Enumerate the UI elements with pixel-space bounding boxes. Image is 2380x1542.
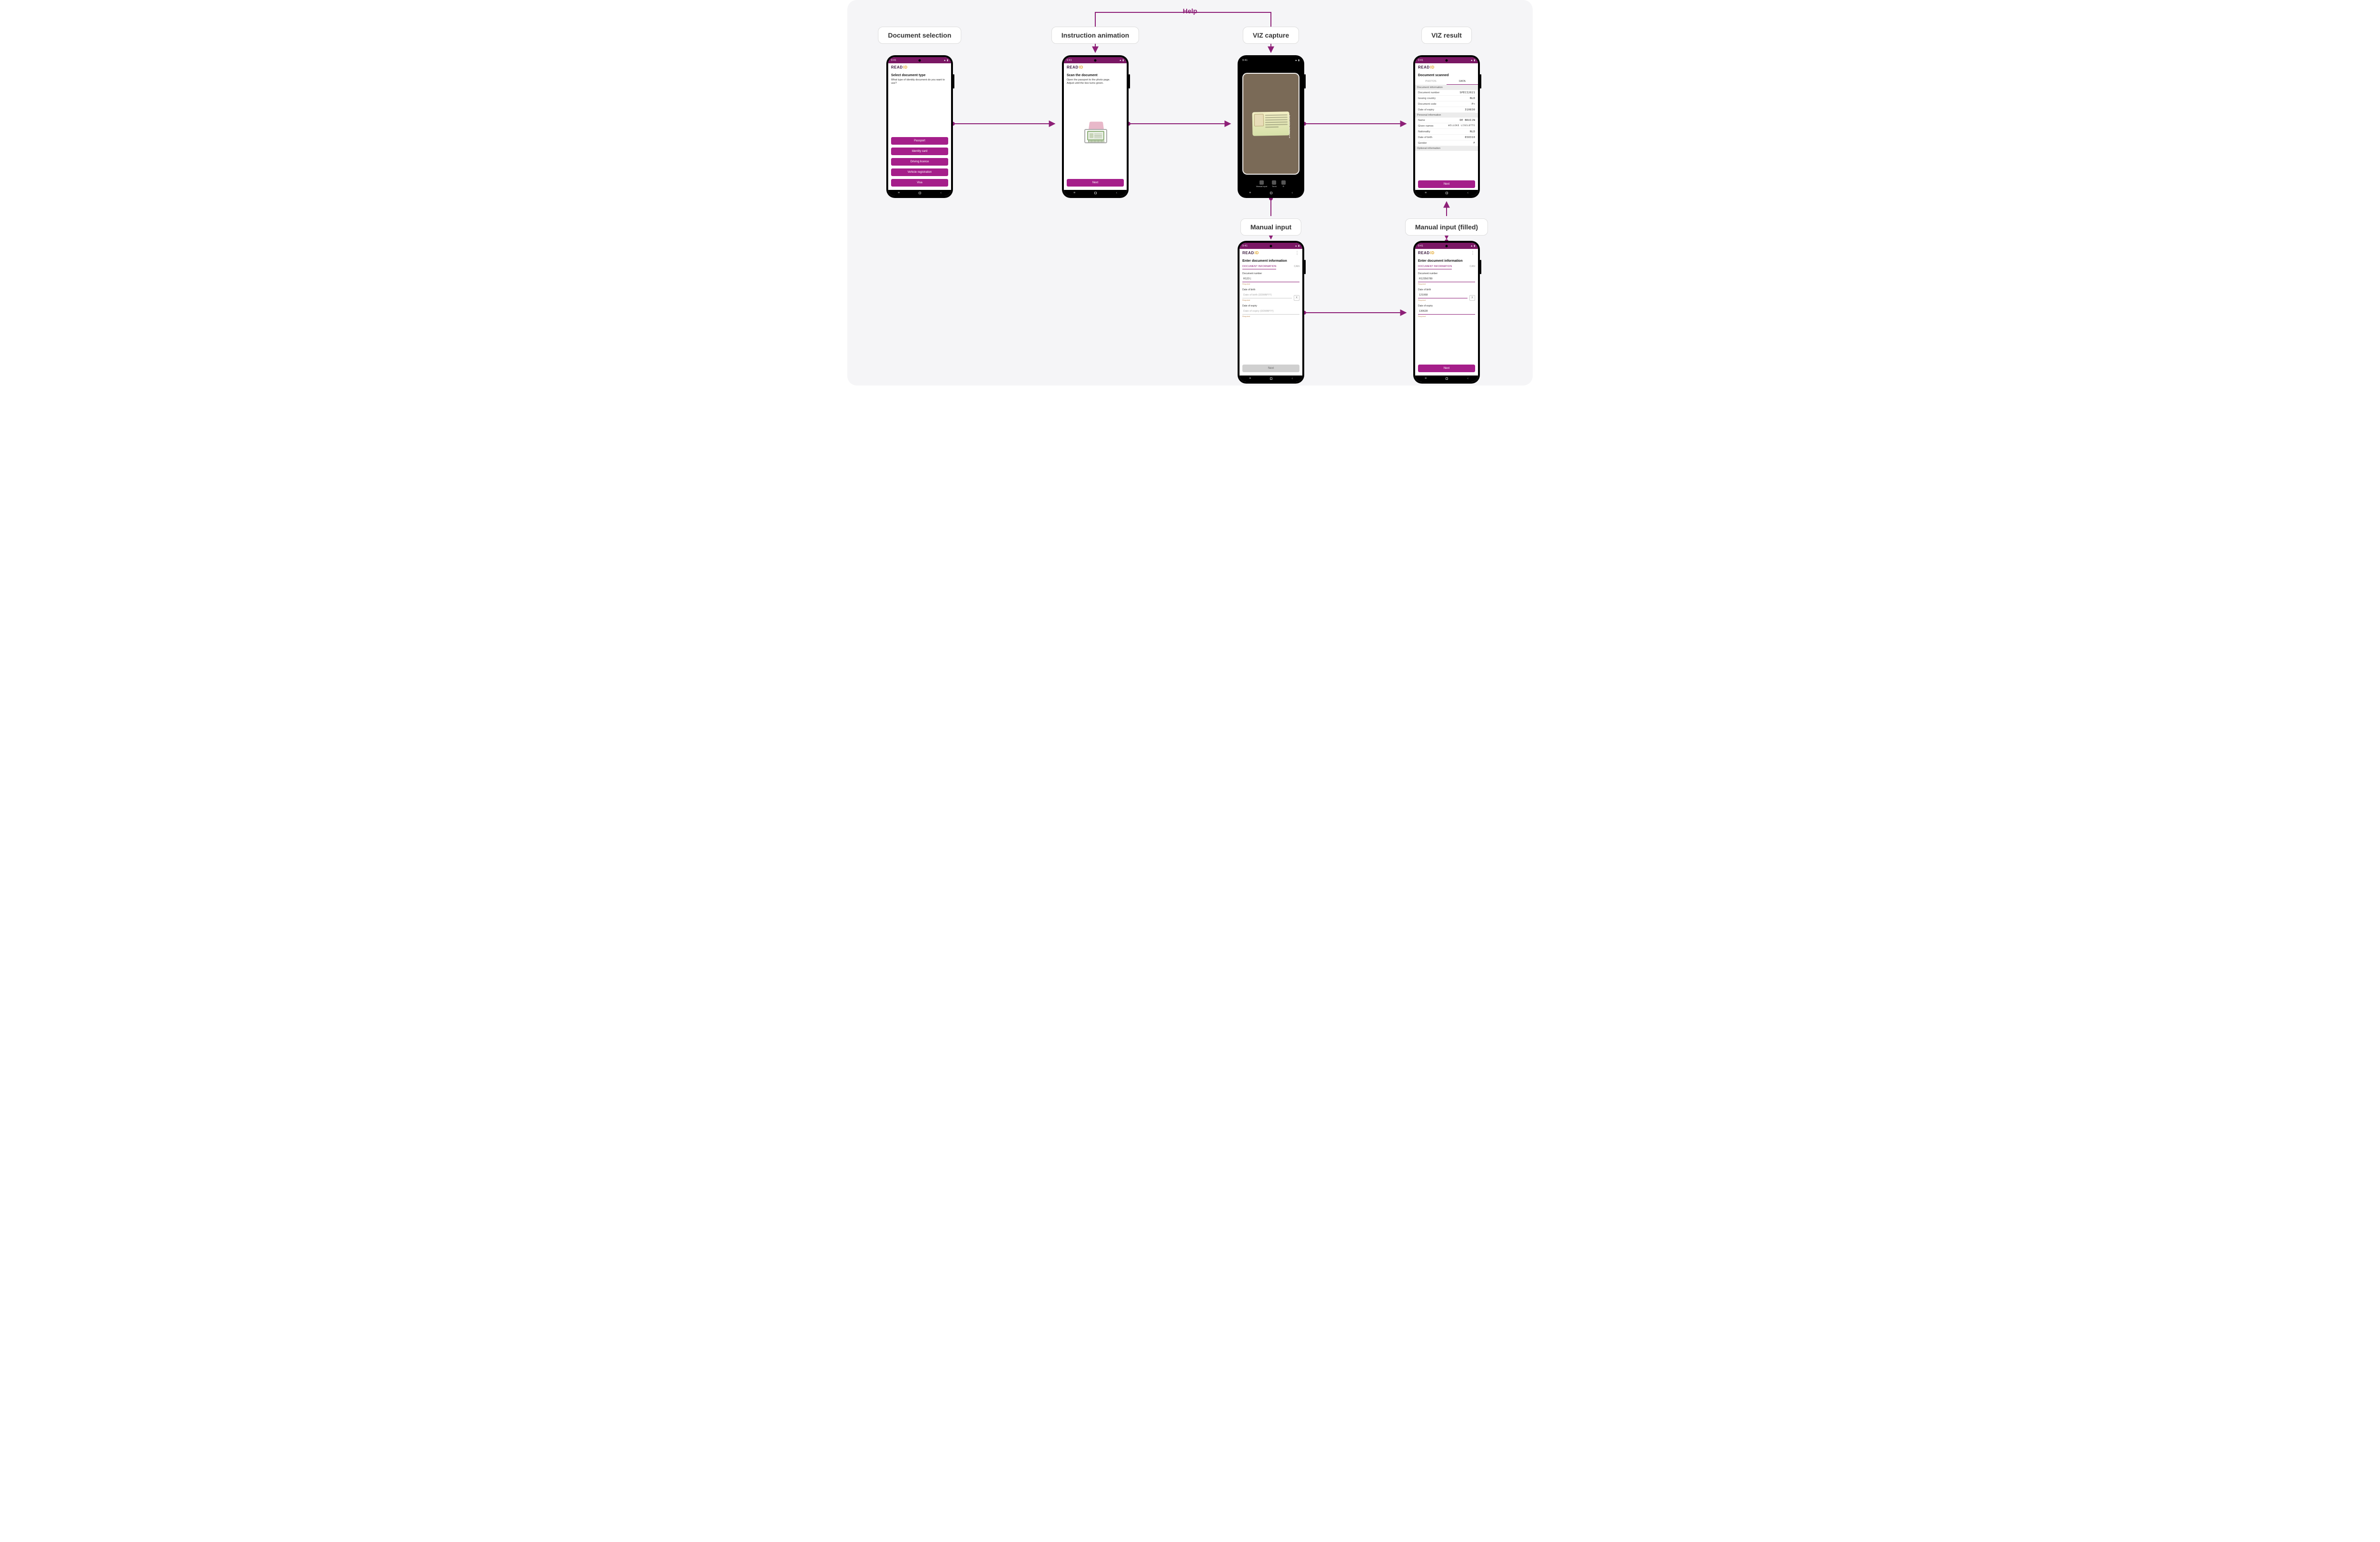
manual-input-button[interactable]: Manual input xyxy=(1256,180,1267,188)
step-instruction: Instruction animation xyxy=(1051,27,1139,44)
doc-number-input[interactable]: R12356789 xyxy=(1418,276,1475,282)
page-subtitle: What type of identity document do you wa… xyxy=(891,79,948,86)
table-row: GenderF xyxy=(1418,140,1475,146)
step-manual-input: Manual input xyxy=(1240,218,1301,236)
step-doc-select: Document selection xyxy=(878,27,961,44)
tab-photos[interactable]: PHOTOS xyxy=(1415,79,1447,85)
table-row: Date of birth650310 xyxy=(1418,135,1475,140)
page-title: Scan the document xyxy=(1067,74,1124,77)
page-title: Enter document information xyxy=(1418,259,1475,263)
phone-instruction: 9:41▲▮ READID Scan the document Open the… xyxy=(1062,55,1129,198)
dob-field: Date of birth Date of birth (DDMMYY) Req… xyxy=(1242,288,1292,301)
doc-number-field: Document number R12356789 Required xyxy=(1418,272,1475,285)
step-viz-result: VIZ result xyxy=(1421,27,1472,44)
phone-manual-input-filled: 9:41▲▮ READID⋮ Enter document informatio… xyxy=(1413,241,1480,384)
table-row: Date of expiry310830 xyxy=(1418,107,1475,113)
table-row: Document codeP< xyxy=(1418,101,1475,107)
next-button[interactable]: Next xyxy=(1067,179,1124,187)
phone-viz-capture: 9:41▲▮ Avoid white background Manual inp… xyxy=(1238,55,1304,198)
doc-option-button[interactable]: Passport xyxy=(891,137,948,145)
doc-option-button[interactable]: Identity card xyxy=(891,148,948,155)
clear-button[interactable]: X xyxy=(1469,295,1475,301)
flow-diagram: Help Document selection Instruction anim… xyxy=(847,0,1533,386)
page-title: Enter document information xyxy=(1242,259,1299,263)
phone-doc-select: 9:41 ▲▮ READID Select document type What… xyxy=(886,55,953,198)
camera-toolbar: Manual input Torch ⟳ xyxy=(1240,178,1302,190)
overflow-menu-icon[interactable]: ⋮ xyxy=(1471,250,1476,256)
section-header: Personal information xyxy=(1415,113,1478,118)
phone-manual-input: 9:41▲▮ READID⋮ Enter document informatio… xyxy=(1238,241,1304,384)
doc-option-button[interactable]: Vehicle registration xyxy=(891,168,948,176)
table-row: NameDE BRUIJN xyxy=(1418,118,1475,123)
expiry-field: Date of expiry 130628 Required xyxy=(1418,305,1475,317)
step-manual-input-filled: Manual input (filled) xyxy=(1405,218,1488,236)
doc-number-input[interactable]: R123 | xyxy=(1242,276,1299,282)
page-subtitle: Open the passport to the photo page. Adj… xyxy=(1067,79,1124,86)
help-label: Help xyxy=(1183,7,1197,15)
doc-number-field: Document number R123 | Required xyxy=(1242,272,1299,285)
section-header: Document information xyxy=(1415,85,1478,90)
doc-option-button[interactable]: Visa xyxy=(891,179,948,187)
next-button[interactable]: Next xyxy=(1418,365,1475,372)
doc-option-button[interactable]: Driving licence xyxy=(891,158,948,166)
next-button[interactable]: Next xyxy=(1418,180,1475,188)
torch-button[interactable]: Torch xyxy=(1272,180,1277,188)
dob-field: Date of birth 121068 Required xyxy=(1418,288,1468,301)
camera-viewport[interactable] xyxy=(1242,73,1299,175)
table-row: NationalityNLD xyxy=(1418,129,1475,135)
tab-can[interactable]: CAN xyxy=(1469,265,1475,269)
clear-button[interactable]: X xyxy=(1294,295,1299,301)
tab-doc-info[interactable]: DOCUMENT INFORMATION xyxy=(1418,265,1452,269)
status-bar: 9:41 ▲▮ xyxy=(888,57,951,63)
tab-data[interactable]: DATA xyxy=(1447,79,1478,85)
flip-camera-button[interactable]: ⟳ xyxy=(1281,180,1286,188)
result-tabs: PHOTOS DATA xyxy=(1415,79,1478,85)
dob-input[interactable]: 121068 xyxy=(1418,292,1468,298)
section-header: Optional information xyxy=(1415,146,1478,151)
step-viz-capture: VIZ capture xyxy=(1243,27,1299,44)
tab-doc-info[interactable]: DOCUMENT INFORMATION xyxy=(1242,265,1276,269)
next-button[interactable]: Next xyxy=(1242,365,1299,372)
page-title: Document scanned xyxy=(1418,74,1475,77)
app-bar: READID xyxy=(888,63,951,71)
table-row: Document numberSPECI2021 xyxy=(1418,90,1475,96)
table-row: Issuing countryNLD xyxy=(1418,96,1475,101)
phone-viz-result: 9:41▲▮ READID Document scanned PHOTOS DA… xyxy=(1413,55,1480,198)
expiry-input[interactable]: 130628 xyxy=(1418,308,1475,315)
table-row: Given namesWILLEKE LISELOTTE xyxy=(1418,123,1475,129)
android-nav: ≡‹ xyxy=(888,190,951,196)
expiry-input[interactable]: Date of expiry (DDMMYY) xyxy=(1242,308,1299,315)
dob-input[interactable]: Date of birth (DDMMYY) xyxy=(1242,292,1292,298)
page-title: Select document type xyxy=(891,74,948,77)
capture-hint: Avoid white background xyxy=(1289,115,1291,138)
instruction-illustration xyxy=(1067,89,1124,178)
overflow-menu-icon[interactable]: ⋮ xyxy=(1295,250,1300,256)
document-preview xyxy=(1252,111,1290,136)
expiry-field: Date of expiry Date of expiry (DDMMYY) R… xyxy=(1242,305,1299,317)
tab-can[interactable]: CAN xyxy=(1294,265,1299,269)
